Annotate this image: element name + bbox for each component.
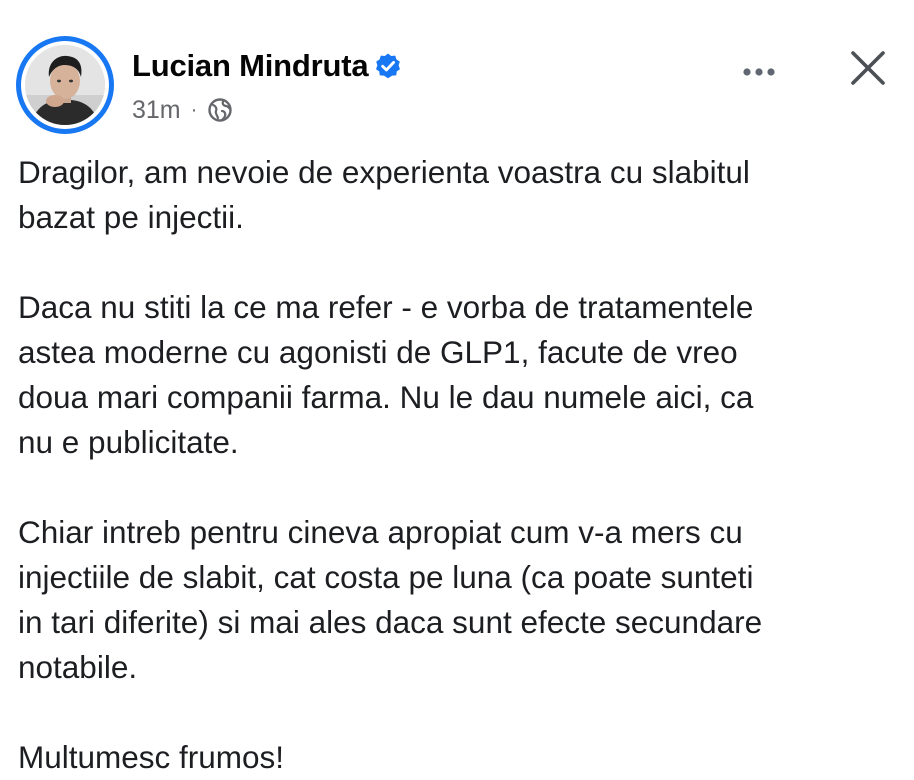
close-button[interactable] <box>844 44 892 92</box>
post-paragraph: Daca nu stiti la ce ma refer - e vorba d… <box>18 289 754 460</box>
post-header: Lucian Mindruta 31m · <box>16 36 896 136</box>
more-horizontal-icon <box>743 68 775 76</box>
post-paragraph: Dragilor, am nevoie de experienta voastr… <box>18 154 750 235</box>
author-name[interactable]: Lucian Mindruta <box>132 48 369 84</box>
post-paragraph: Chiar intreb pentru cineva apropiat cum … <box>18 514 763 685</box>
post-paragraph: Multumesc frumos! <box>18 739 285 775</box>
globe-icon[interactable] <box>207 97 233 123</box>
author-block: Lucian Mindruta 31m · <box>132 46 402 126</box>
facebook-post: Lucian Mindruta 31m · Dragilor, am nevoi… <box>0 0 914 775</box>
post-timestamp[interactable]: 31m <box>132 96 181 125</box>
close-icon <box>851 51 885 85</box>
post-meta: 31m · <box>132 94 402 126</box>
meta-separator: · <box>190 98 198 121</box>
avatar[interactable] <box>16 36 114 134</box>
more-options-button[interactable] <box>734 54 784 90</box>
post-body: Dragilor, am nevoie de experienta voastr… <box>18 150 898 780</box>
profile-photo <box>25 45 105 125</box>
profile-photo-image <box>25 45 105 125</box>
verified-badge-icon <box>374 52 402 80</box>
